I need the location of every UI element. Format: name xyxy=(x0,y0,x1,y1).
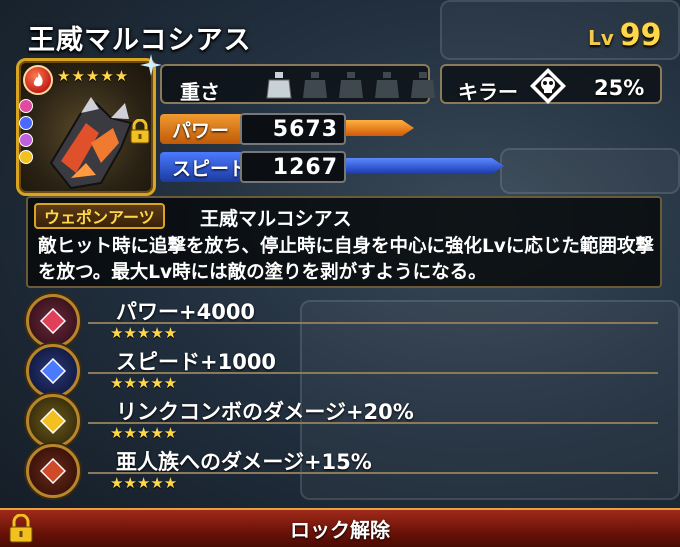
ability-stars: ★★★★★ xyxy=(110,474,178,492)
unlock-label: ロック解除 xyxy=(290,518,390,542)
gem-icon xyxy=(19,99,33,113)
gem-icon xyxy=(19,133,33,147)
weapon-portrait[interactable]: ★★★★★ xyxy=(16,58,156,196)
power-gem-icon xyxy=(26,294,80,348)
ability-row[interactable]: パワー+4000 ★★★★★ xyxy=(22,292,662,348)
speed-value: 1267 xyxy=(240,151,346,183)
unlock-button[interactable]: ロック解除 xyxy=(0,508,680,547)
lock-icon xyxy=(9,514,33,543)
power-value: 5673 xyxy=(240,113,346,145)
ability-stars: ★★★★★ xyxy=(110,424,178,442)
killer-skull-icon xyxy=(530,68,566,104)
killer-label: キラー xyxy=(458,80,518,104)
weapon-arts-name: 王威マルコシアス xyxy=(200,208,352,230)
weight-label: 重さ xyxy=(180,80,220,104)
weight-empty-icon xyxy=(375,72,399,98)
level-value: 99 xyxy=(619,18,662,53)
ability-row[interactable]: 亜人族へのダメージ+15% ★★★★★ xyxy=(22,442,662,498)
speed-bar xyxy=(346,158,504,174)
demi-human-gem-icon xyxy=(26,444,80,498)
killer-value: 25% xyxy=(594,76,645,100)
weapon-arts-tag: ウェポンアーツ xyxy=(34,203,165,229)
ability-row[interactable]: リンクコンボのダメージ+20% ★★★★★ xyxy=(22,392,662,448)
background-card xyxy=(500,148,680,194)
weight-indicators xyxy=(266,70,436,100)
link-combo-gem-icon xyxy=(26,394,80,448)
sparkle-icon xyxy=(140,54,162,76)
level-display: Lv 99 xyxy=(588,18,662,53)
ability-stars: ★★★★★ xyxy=(110,324,178,342)
speed-gem-icon xyxy=(26,344,80,398)
weight-filled-icon xyxy=(266,72,292,99)
level-prefix: Lv xyxy=(588,26,614,50)
fire-element-icon xyxy=(23,65,53,95)
weight-empty-icon xyxy=(411,72,435,98)
weight-empty-icon xyxy=(339,72,363,98)
power-bar xyxy=(346,120,414,136)
weight-empty-icon xyxy=(303,72,327,98)
weapon-arts-description: 敵ヒット時に追撃を放ち、停止時に自身を中心に強化Lvに応じた範囲攻撃を放つ。最大… xyxy=(38,236,654,283)
ability-row[interactable]: スピード+1000 ★★★★★ xyxy=(22,342,662,398)
claw-weapon-icon xyxy=(49,97,133,190)
gem-column xyxy=(19,99,35,164)
weapon-title: 王威マルコシアス xyxy=(28,25,252,56)
ability-stars: ★★★★★ xyxy=(110,374,178,392)
lock-icon xyxy=(130,119,150,144)
gem-icon xyxy=(19,116,33,130)
rarity-stars: ★★★★★ xyxy=(57,67,130,85)
gem-icon xyxy=(19,150,33,164)
